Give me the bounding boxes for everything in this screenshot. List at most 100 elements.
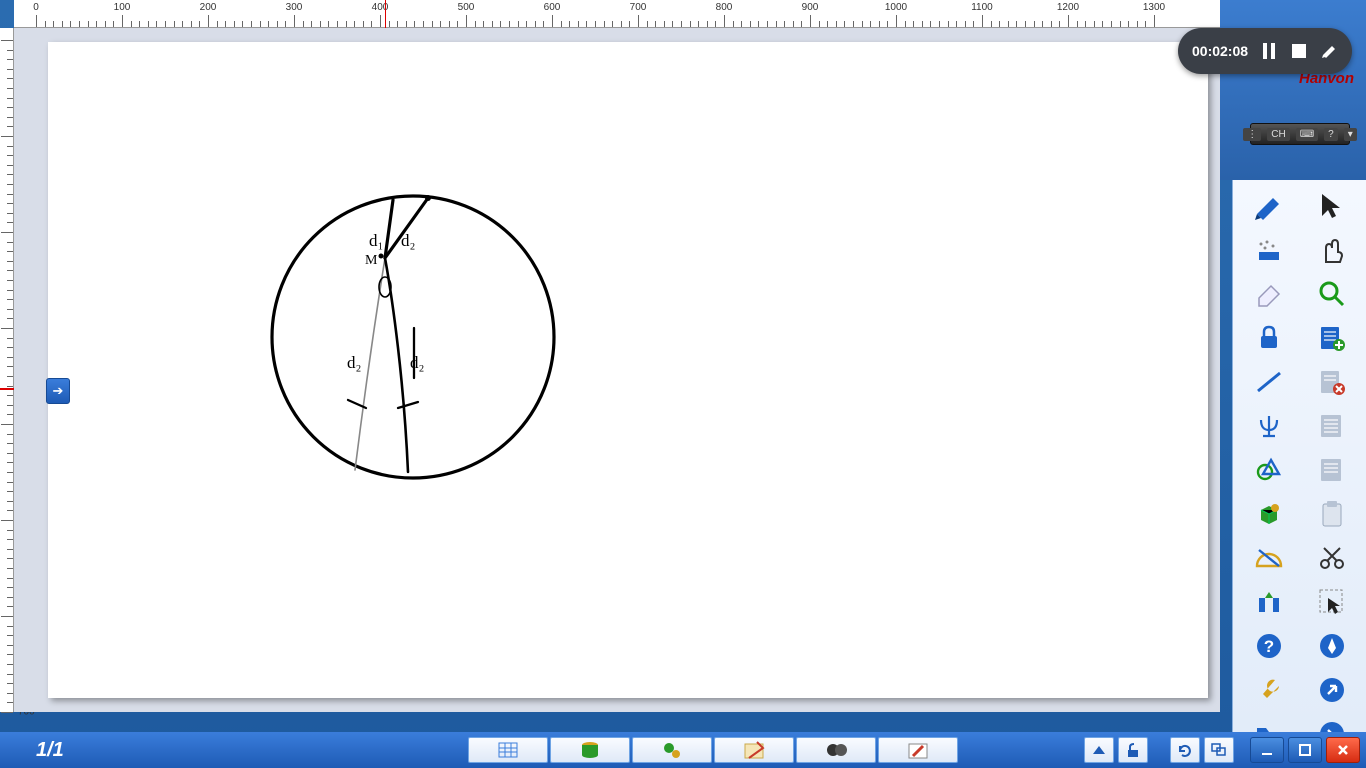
- line-icon: [1253, 366, 1283, 396]
- lock-tool[interactable]: [1237, 316, 1299, 358]
- spray-tool[interactable]: [1237, 228, 1299, 270]
- film-icon: [825, 740, 847, 760]
- eraser-tool[interactable]: [1237, 272, 1299, 314]
- screen-recorder-overlay[interactable]: 00:02:08: [1178, 28, 1352, 74]
- label-d2a: d₂: [401, 231, 415, 250]
- page-prev-tool[interactable]: [1301, 448, 1363, 490]
- help-tool[interactable]: ?: [1237, 624, 1299, 666]
- unlock-icon: [1124, 742, 1142, 758]
- recorder-pause-button[interactable]: [1260, 42, 1278, 60]
- page-lines-icon: [1316, 410, 1346, 440]
- clipboard-tool[interactable]: [1301, 492, 1363, 534]
- eraser-icon: [1253, 278, 1283, 308]
- windows-icon: [1210, 742, 1228, 758]
- page-delete-icon: [1316, 366, 1346, 396]
- grid-icon: [497, 740, 519, 760]
- pen-tool[interactable]: [1237, 184, 1299, 226]
- status-right-buttons: [1084, 737, 1360, 763]
- compass-tool[interactable]: [1301, 624, 1363, 666]
- hand-tool[interactable]: [1301, 228, 1363, 270]
- label-d2b: d₂: [347, 353, 361, 372]
- share-circle-icon: [1316, 674, 1346, 704]
- ime-drag-icon: ⋮: [1243, 128, 1261, 141]
- refresh-icon: [1176, 742, 1194, 758]
- ime-more-icon[interactable]: ▾: [1344, 128, 1357, 141]
- psi-icon: [1253, 410, 1283, 440]
- cube-icon: [1253, 498, 1283, 528]
- maximize-icon: [1298, 743, 1312, 757]
- layout-icon: [1253, 586, 1283, 616]
- database-icon: [579, 740, 601, 760]
- brand-panel: Hanvon ⋮ CH ⌨ ? ▾: [1220, 0, 1366, 180]
- select-cursor-tool[interactable]: [1301, 580, 1363, 622]
- ime-help-icon[interactable]: ?: [1324, 128, 1338, 141]
- status-window-button[interactable]: [1204, 737, 1234, 763]
- share-tool[interactable]: [1301, 668, 1363, 710]
- window-close-button[interactable]: [1326, 737, 1360, 763]
- line-tool[interactable]: [1237, 360, 1299, 402]
- ime-lang[interactable]: CH: [1267, 128, 1289, 141]
- page-indicator: 1/1: [36, 739, 64, 762]
- status-bar: 1/1: [0, 732, 1366, 768]
- math-tool[interactable]: [1237, 404, 1299, 446]
- page-add-tool[interactable]: [1301, 316, 1363, 358]
- 3d-tool[interactable]: [1237, 492, 1299, 534]
- status-grid-button[interactable]: [468, 737, 548, 763]
- spray-icon: [1253, 234, 1283, 264]
- window-minimize-button[interactable]: [1250, 737, 1284, 763]
- label-d1: d₁: [369, 231, 383, 250]
- status-db-button[interactable]: [550, 737, 630, 763]
- status-gears-button[interactable]: [632, 737, 712, 763]
- window-maximize-button[interactable]: [1288, 737, 1322, 763]
- page-next-tool[interactable]: [1301, 404, 1363, 446]
- page-delete-tool[interactable]: [1301, 360, 1363, 402]
- wrench-icon: [1253, 674, 1283, 704]
- recorder-stop-button[interactable]: [1290, 42, 1308, 60]
- page-lines2-icon: [1316, 454, 1346, 484]
- ime-toolbar[interactable]: ⋮ CH ⌨ ? ▾: [1250, 123, 1350, 145]
- tool-panel: ?: [1232, 180, 1366, 732]
- drawing-svg: d₁ d₂ M d₂ d₂: [48, 42, 1208, 698]
- ime-keyboard-icon[interactable]: ⌨: [1296, 128, 1318, 141]
- recorder-edit-button[interactable]: [1320, 42, 1338, 60]
- stop-icon: [1292, 44, 1306, 58]
- close-icon: [1336, 743, 1350, 757]
- layout-tool[interactable]: [1237, 580, 1299, 622]
- cursor-tool[interactable]: [1301, 184, 1363, 226]
- status-refresh-button[interactable]: [1170, 737, 1200, 763]
- protractor-icon: [1253, 542, 1283, 572]
- status-lock-button[interactable]: [1118, 737, 1148, 763]
- clipboard-icon: [1316, 498, 1346, 528]
- compass-circle-icon: [1316, 630, 1346, 660]
- zoom-tool[interactable]: [1301, 272, 1363, 314]
- up-arrow-icon: [1090, 742, 1108, 758]
- ruler-vertical: [0, 28, 14, 712]
- scissors-icon: [1316, 542, 1346, 572]
- note-icon: [743, 740, 765, 760]
- help-icon: ?: [1253, 630, 1283, 660]
- svg-text:?: ?: [1264, 637, 1274, 656]
- label-d2c: d₂: [410, 353, 424, 372]
- status-up-button[interactable]: [1084, 737, 1114, 763]
- shapes-tool[interactable]: [1237, 448, 1299, 490]
- color-brush-icon: [907, 740, 929, 760]
- lock-icon: [1253, 322, 1283, 352]
- ruler-horizontal: 0100200300400500600700800900100011001200…: [14, 0, 1220, 28]
- wrench-tool[interactable]: [1237, 668, 1299, 710]
- canvas-area[interactable]: d₁ d₂ M d₂ d₂: [14, 28, 1220, 712]
- gears-icon: [661, 740, 683, 760]
- cursor-icon: [1316, 190, 1346, 220]
- hand-icon: [1316, 234, 1346, 264]
- recorder-time: 00:02:08: [1192, 43, 1248, 59]
- status-note-button[interactable]: [714, 737, 794, 763]
- pause-icon: [1262, 43, 1276, 59]
- status-brush-button[interactable]: [878, 737, 958, 763]
- marquee-cursor-icon: [1316, 586, 1346, 616]
- protractor-tool[interactable]: [1237, 536, 1299, 578]
- status-film-button[interactable]: [796, 737, 876, 763]
- scissors-tool[interactable]: [1301, 536, 1363, 578]
- label-M: M: [365, 253, 378, 268]
- shapes-icon: [1253, 454, 1283, 484]
- side-expand-handle[interactable]: ➔: [46, 378, 70, 404]
- canvas-page[interactable]: d₁ d₂ M d₂ d₂: [48, 42, 1208, 698]
